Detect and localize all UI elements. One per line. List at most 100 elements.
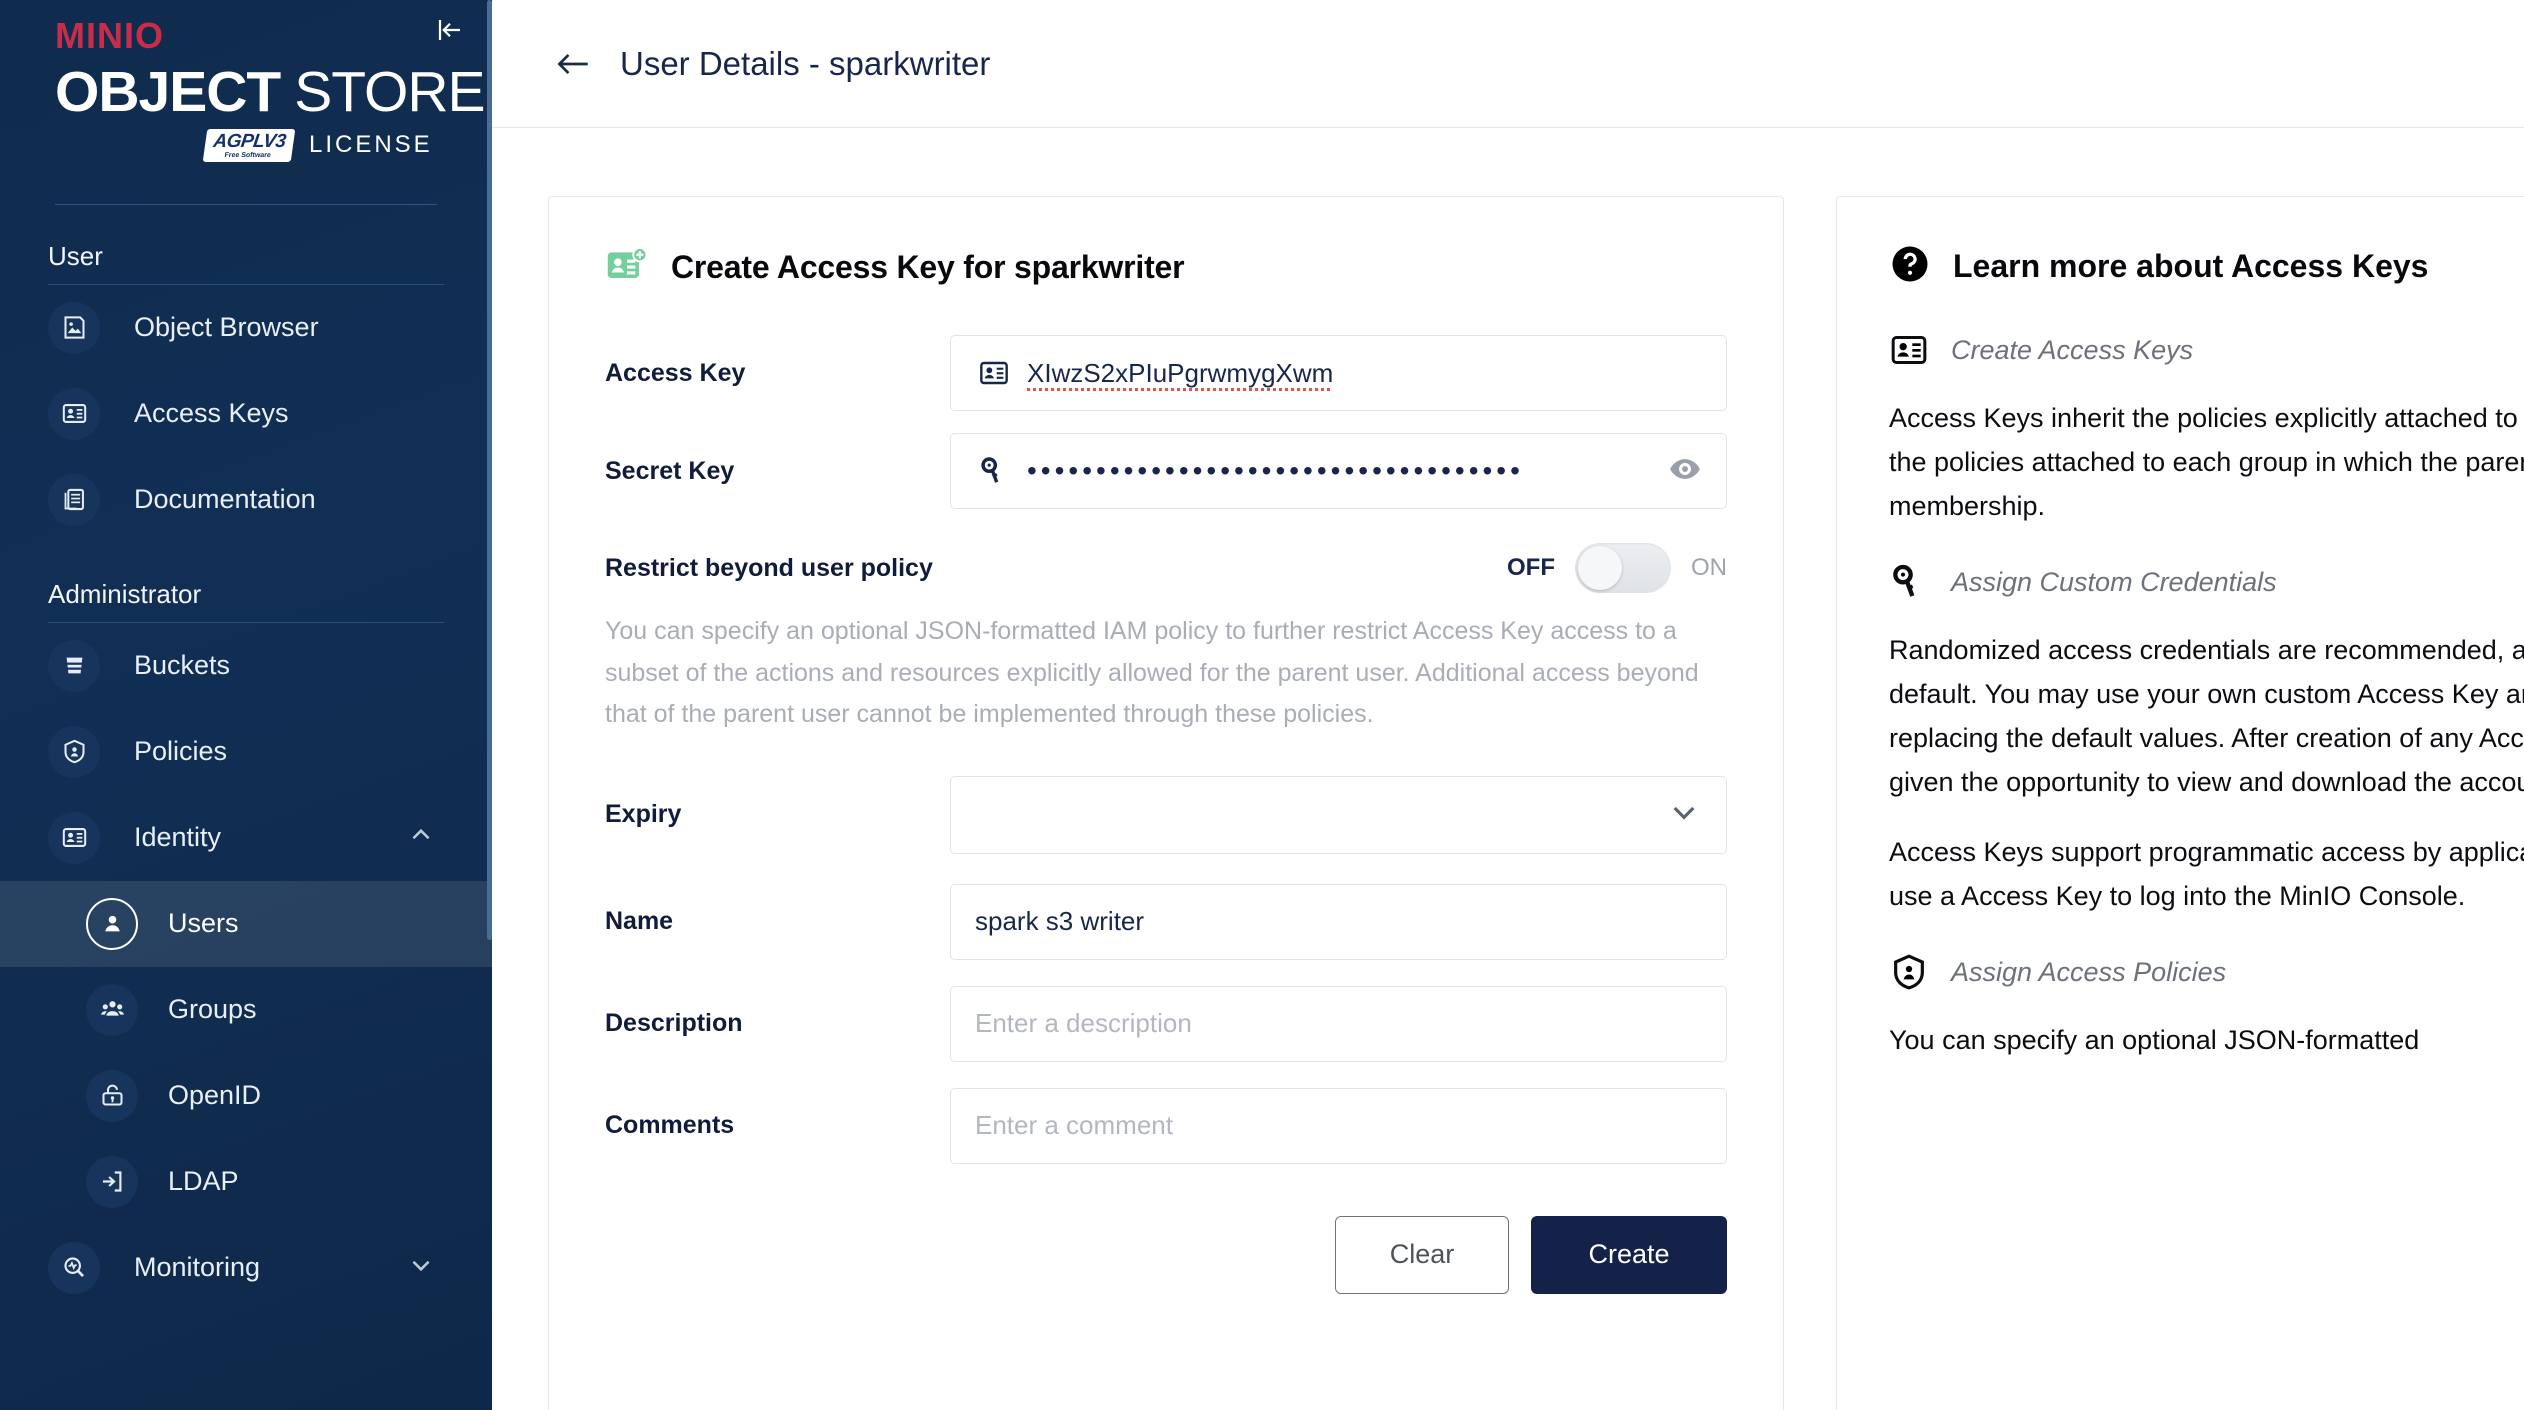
- name-label: Name: [605, 907, 674, 935]
- sidebar-item-object-browser[interactable]: Object Browser: [0, 285, 492, 371]
- learn-more-title: Learn more about Access Keys: [1953, 248, 2429, 284]
- sidebar-section-user: User: [48, 240, 103, 271]
- access-key-input[interactable]: XIwzS2xPIuPgrwmygXwm: [950, 335, 1727, 411]
- page-title: User Details - sparkwriter: [620, 44, 991, 82]
- sidebar-item-label: OpenID: [168, 1080, 262, 1111]
- comments-placeholder: Enter a comment: [975, 1110, 1173, 1140]
- identity-icon: [48, 811, 100, 864]
- object-text: OBJECT: [55, 60, 281, 124]
- toggle-off-label: OFF: [1507, 554, 1555, 581]
- groups-icon: [86, 983, 138, 1036]
- name-input[interactable]: spark s3 writer: [950, 883, 1727, 960]
- chevron-down-icon[interactable]: [408, 1252, 434, 1283]
- object-store-wordmark: OBJECT STORE: [55, 60, 486, 124]
- sidebar-item-label: Buckets: [134, 650, 231, 681]
- sidebar-item-users[interactable]: Users: [0, 880, 492, 967]
- app-root: MINIO OBJECT STORE AGPLV3 Free Software L…: [0, 0, 2524, 1410]
- create-button[interactable]: Create: [1531, 1215, 1727, 1294]
- sidebar-item-label: Groups: [168, 994, 257, 1025]
- id-card-icon: [1889, 330, 1931, 370]
- name-row: Name spark s3 writer: [605, 883, 1727, 960]
- sidebar-item-groups[interactable]: Groups: [0, 967, 492, 1053]
- chevron-up-icon[interactable]: [408, 822, 434, 853]
- minio-wordmark: MINIO: [55, 18, 437, 54]
- card-title: Create Access Key for sparkwriter: [671, 248, 1185, 285]
- buckets-icon: [48, 639, 100, 692]
- key-icon: [1889, 562, 1931, 602]
- learn-paragraph: Access Keys inherit the policies explici…: [1889, 403, 2524, 521]
- expiry-label: Expiry: [605, 800, 682, 828]
- chevron-down-icon: [1668, 796, 1700, 833]
- learn-paragraph: Randomized access credentials are recomm…: [1889, 635, 2524, 797]
- learn-section-title: Assign Custom Credentials: [1951, 566, 2277, 597]
- toggle-knob: [1578, 546, 1622, 590]
- sidebar-item-openid[interactable]: OpenID: [0, 1053, 492, 1139]
- restrict-policy-row: Restrict beyond user policy OFF ON: [605, 543, 1727, 593]
- sidebar-item-policies[interactable]: Policies: [0, 709, 492, 795]
- access-key-row: Access Key XIwzS2xPIuPgrwmygXwm: [605, 335, 1727, 411]
- sidebar-item-label: Documentation: [134, 484, 316, 515]
- secret-key-input[interactable]: ••••••••••••••••••••••••••••••••••••: [950, 433, 1727, 509]
- content-area: Create Access Key for sparkwriter Access…: [492, 128, 2524, 1410]
- sidebar-item-ldap[interactable]: LDAP: [0, 1139, 492, 1225]
- sidebar-item-label: Monitoring: [134, 1252, 261, 1283]
- learn-section-title: Create Access Keys: [1951, 334, 2194, 365]
- sidebar: MINIO OBJECT STORE AGPLV3 Free Software L…: [0, 0, 492, 1410]
- learn-section-title: Assign Access Policies: [1951, 956, 2227, 987]
- brand-logo: MINIO OBJECT STORE AGPLV3 Free Software L…: [0, 0, 492, 162]
- main-area: User Details - sparkwriter Create Access…: [492, 0, 2524, 1410]
- agpl-subtitle: Free Software: [223, 151, 272, 159]
- sidebar-item-access-keys[interactable]: Access Keys: [0, 371, 492, 457]
- secret-key-label: Secret Key: [605, 456, 735, 485]
- access-key-label: Access Key: [605, 358, 746, 387]
- learn-paragraph: You can specify an optional JSON-formatt…: [1889, 1025, 2420, 1055]
- store-text: STORE: [294, 60, 485, 124]
- agpl-version: AGPLV3: [212, 130, 288, 152]
- secret-key-value: ••••••••••••••••••••••••••••••••••••: [1027, 455, 1524, 486]
- eye-icon[interactable]: [1668, 452, 1702, 491]
- comments-row: Comments Enter a comment: [605, 1087, 1727, 1164]
- card-header: Create Access Key for sparkwriter: [605, 245, 1727, 289]
- learn-section-heading-policies: Assign Access Policies: [1889, 952, 2524, 992]
- sidebar-item-label: Access Keys: [134, 398, 289, 429]
- learn-more-panel: Learn more about Access Keys Create Acce…: [1836, 196, 2524, 1410]
- sidebar-section-administrator: Administrator: [48, 578, 202, 609]
- description-placeholder: Enter a description: [975, 1008, 1192, 1038]
- key-icon: [975, 455, 1013, 487]
- sidebar-item-monitoring[interactable]: Monitoring: [0, 1225, 492, 1311]
- restrict-policy-toggle[interactable]: [1575, 543, 1671, 593]
- restrict-policy-help: You can specify an optional JSON-formatt…: [605, 617, 1699, 728]
- sidebar-item-label: Object Browser: [134, 312, 319, 343]
- sidebar-item-identity[interactable]: Identity: [0, 795, 492, 881]
- license-row: AGPLV3 Free Software LICENSE: [55, 128, 437, 162]
- documentation-icon: [48, 473, 100, 526]
- topbar: User Details - sparkwriter: [492, 0, 2524, 128]
- user-icon: [86, 897, 138, 950]
- restrict-policy-label: Restrict beyond user policy: [605, 553, 933, 582]
- object-browser-icon: [48, 301, 100, 354]
- name-value: spark s3 writer: [975, 906, 1145, 936]
- sidebar-item-label: LDAP: [168, 1166, 239, 1197]
- toggle-on-label: ON: [1691, 554, 1727, 581]
- access-keys-icon: [48, 387, 100, 440]
- restrict-policy-toggle-wrap: OFF ON: [1507, 543, 1727, 593]
- expiry-select[interactable]: [950, 775, 1727, 854]
- description-label: Description: [605, 1009, 743, 1037]
- create-access-key-card: Create Access Key for sparkwriter Access…: [548, 196, 1784, 1410]
- comments-input[interactable]: Enter a comment: [950, 1087, 1727, 1164]
- monitoring-icon: [48, 1241, 100, 1294]
- sidebar-item-buckets[interactable]: Buckets: [0, 623, 492, 709]
- learn-more-header: Learn more about Access Keys: [1889, 243, 2524, 290]
- secret-key-row: Secret Key •••••••••••••••••••••••••••••…: [605, 433, 1727, 509]
- license-label: LICENSE: [308, 131, 433, 159]
- learn-section-heading-credentials: Assign Custom Credentials: [1889, 562, 2524, 602]
- sidebar-item-label: Identity: [134, 822, 222, 853]
- access-key-value: XIwzS2xPIuPgrwmygXwm: [1027, 357, 1334, 388]
- back-arrow-icon[interactable]: [552, 43, 594, 85]
- learn-section-heading-create: Create Access Keys: [1889, 330, 2524, 370]
- sidebar-item-documentation[interactable]: Documentation: [0, 457, 492, 543]
- ldap-icon: [86, 1155, 138, 1208]
- clear-button[interactable]: Clear: [1335, 1215, 1509, 1294]
- description-input[interactable]: Enter a description: [950, 985, 1727, 1062]
- learn-paragraph: Access Keys support programmatic access …: [1889, 837, 2524, 911]
